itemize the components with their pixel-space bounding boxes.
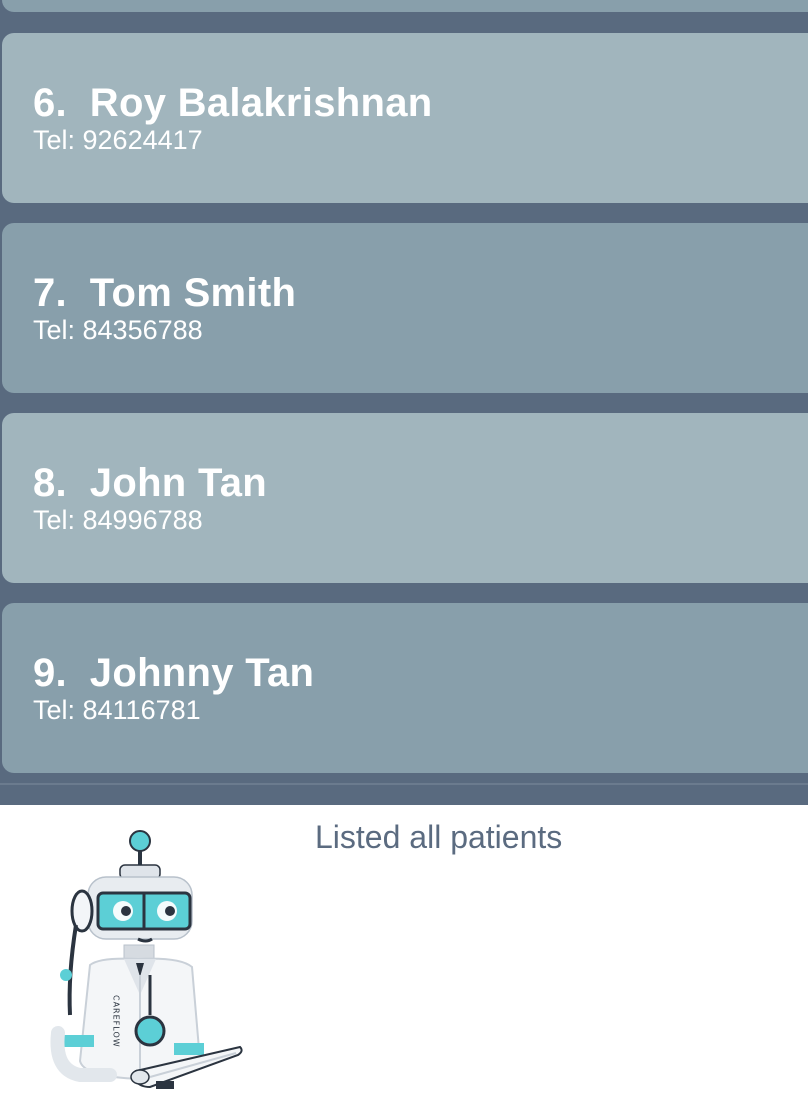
- patient-phone: Tel: 84116781: [33, 695, 201, 725]
- patient-card[interactable]: 6. Roy Balakrishnan Tel: 92624417: [2, 33, 808, 203]
- patient-name: 6. Roy Balakrishnan: [33, 81, 433, 125]
- status-message: Listed all patients: [315, 819, 563, 855]
- patient-phone: Tel: 84356788: [33, 315, 203, 345]
- patient-phone: Tel: 92624417: [33, 125, 203, 155]
- patient-phone: Tel: 84996788: [33, 505, 203, 535]
- patient-card[interactable]: 8. John Tan Tel: 84996788: [2, 413, 808, 583]
- patient-name: 9. Johnny Tan: [33, 651, 315, 695]
- careflow-robot-mascot-icon: CAREFLOW: [40, 825, 250, 1095]
- patient-name: 8. John Tan: [33, 461, 268, 505]
- list-divider: [0, 783, 808, 785]
- patient-card[interactable]: [2, 0, 808, 12]
- status-panel: CAREFLOW Listed all patients: [0, 805, 808, 1114]
- patient-list[interactable]: 6. Roy Balakrishnan Tel: 92624417 7. Tom…: [0, 0, 808, 805]
- patient-name: 7. Tom Smith: [33, 271, 297, 315]
- careflow-badge: CAREFLOW: [112, 995, 121, 1048]
- patient-card[interactable]: 9. Johnny Tan Tel: 84116781: [2, 603, 808, 773]
- patient-card[interactable]: 7. Tom Smith Tel: 84356788: [2, 223, 808, 393]
